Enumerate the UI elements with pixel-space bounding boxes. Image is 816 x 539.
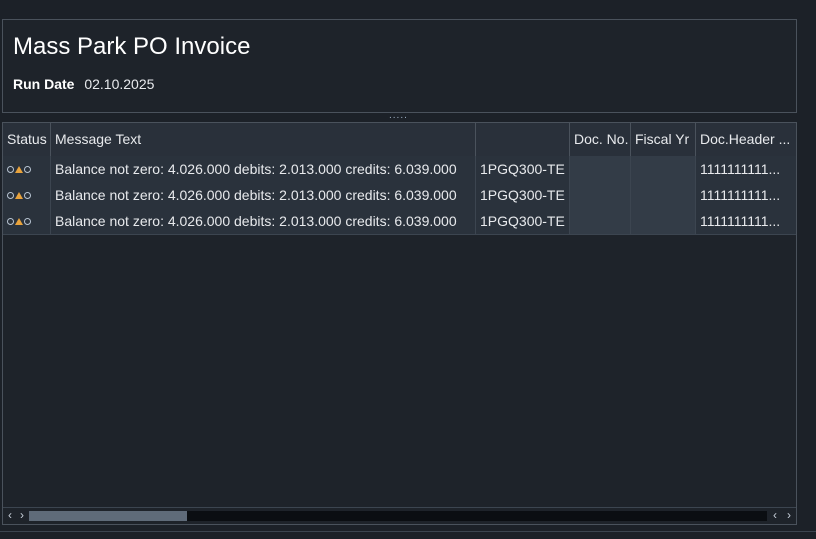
doc-header-cell: 1111111111...: [700, 213, 781, 229]
column-header-reference[interactable]: [476, 123, 570, 156]
message-text-cell: Balance not zero: 4.026.000 debits: 2.01…: [51, 156, 476, 182]
doc-no-cell: [570, 182, 631, 208]
circle-icon: [24, 217, 31, 225]
horizontal-scrollbar[interactable]: ‹ › ‹ ›: [3, 507, 796, 524]
status-cell: [3, 208, 51, 234]
header-panel: Mass Park PO Invoice Run Date 02.10.2025: [2, 19, 797, 113]
column-header-fiscal-yr[interactable]: Fiscal Yr: [631, 123, 696, 156]
page-title: Mass Park PO Invoice: [13, 33, 251, 60]
circle-icon: [24, 191, 31, 199]
status-cell: [3, 156, 51, 182]
scroll-track[interactable]: [29, 511, 767, 521]
fiscal-yr-cell: [631, 182, 696, 208]
circle-icon: [7, 191, 14, 199]
reference-cell: 1PGQ300-TE: [476, 156, 570, 182]
doc-header-cell: 1111111111...: [700, 161, 781, 177]
bottom-divider: [0, 531, 816, 532]
run-date-label: Run Date: [13, 76, 75, 92]
scroll-right-icon[interactable]: ›: [782, 508, 796, 524]
column-header-status[interactable]: Status: [3, 123, 51, 156]
reference-cell: 1PGQ300-TE: [476, 182, 570, 208]
table-row[interactable]: Balance not zero: 4.026.000 debits: 2.01…: [3, 208, 796, 235]
circle-icon: [7, 217, 14, 225]
run-date-value: 02.10.2025: [84, 76, 155, 92]
grid-header: Status Message Text Doc. No. Fiscal Yr D…: [3, 123, 796, 157]
reference-cell: 1PGQ300-TE: [476, 208, 570, 234]
scroll-left-icon[interactable]: ‹: [768, 508, 782, 524]
status-cell: [3, 182, 51, 208]
circle-icon: [24, 165, 31, 173]
column-header-message-text[interactable]: Message Text: [51, 123, 476, 156]
column-header-doc-header[interactable]: Doc.Header ...: [696, 123, 796, 156]
warning-triangle-icon: [15, 191, 23, 199]
table-row[interactable]: Balance not zero: 4.026.000 debits: 2.01…: [3, 156, 796, 183]
table-row[interactable]: Balance not zero: 4.026.000 debits: 2.01…: [3, 182, 796, 209]
fiscal-yr-cell: [631, 208, 696, 234]
message-grid: Status Message Text Doc. No. Fiscal Yr D…: [2, 122, 797, 525]
message-text-cell: Balance not zero: 4.026.000 debits: 2.01…: [51, 208, 476, 234]
doc-no-cell: [570, 156, 631, 182]
splitter-handle[interactable]: .....: [389, 111, 407, 121]
message-text-cell: Balance not zero: 4.026.000 debits: 2.01…: [51, 182, 476, 208]
warning-triangle-icon: [15, 217, 23, 225]
circle-icon: [7, 165, 14, 173]
doc-no-cell: [570, 208, 631, 234]
scroll-thumb[interactable]: [29, 511, 187, 521]
scroll-right-icon[interactable]: ›: [15, 508, 29, 524]
run-date-row: Run Date 02.10.2025: [13, 76, 154, 92]
doc-header-cell: 1111111111...: [700, 187, 781, 203]
warning-triangle-icon: [15, 165, 23, 173]
fiscal-yr-cell: [631, 156, 696, 182]
column-header-doc-no[interactable]: Doc. No.: [570, 123, 631, 156]
